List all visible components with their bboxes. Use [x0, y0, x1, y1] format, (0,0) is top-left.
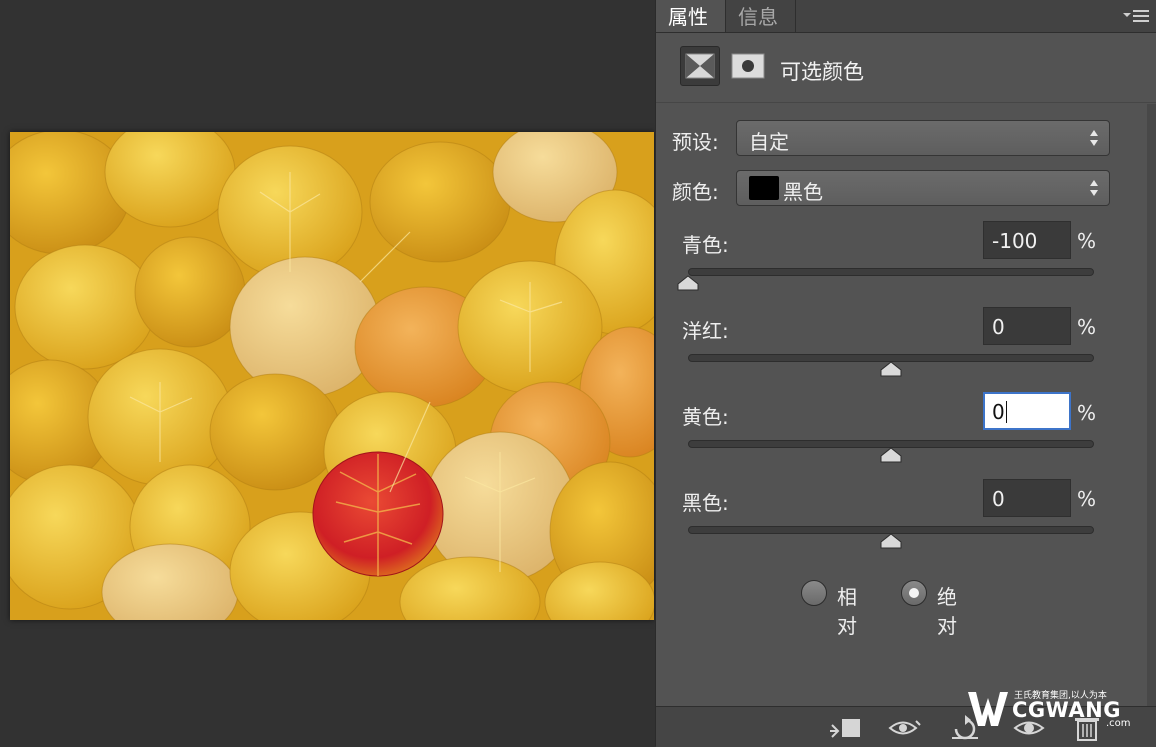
document-canvas[interactable] — [10, 132, 654, 620]
adjustment-header: 可选颜色 — [656, 32, 1156, 103]
yellow-value-field[interactable]: 0 — [983, 392, 1071, 430]
watermark-brand: CGWANG — [1012, 698, 1121, 722]
properties-panel: 属性 信息 可选颜色 预设: 自定 颜色: 黑色 青色: -100 % 洋红: … — [655, 0, 1156, 747]
preset-select[interactable]: 自定 — [736, 120, 1110, 156]
radio-relative[interactable] — [801, 580, 827, 606]
black-value-field[interactable]: 0 — [983, 479, 1071, 517]
panel-title: 可选颜色 — [780, 60, 864, 84]
selective-color-adjustment-icon — [685, 53, 715, 79]
slider-label: 黄色: — [682, 405, 729, 429]
red-leaf — [312, 451, 444, 577]
clip-to-layer-icon[interactable] — [828, 715, 862, 741]
adjustment-button[interactable] — [680, 46, 720, 86]
colors-value: 黑色 — [783, 180, 823, 204]
tab-info[interactable]: 信息 — [726, 0, 796, 32]
panel-tab-bar: 属性 信息 — [656, 0, 1156, 33]
select-arrows-icon — [1090, 130, 1098, 146]
slider-track[interactable] — [688, 268, 1094, 276]
watermark: 王氏教育集团,以人为本 CGWANG .com — [966, 686, 1156, 730]
watermark-suffix: .com — [1106, 718, 1131, 729]
color-swatch — [749, 176, 779, 200]
slider-label: 黑色: — [682, 491, 729, 515]
field-value: -100 — [992, 229, 1038, 253]
cyan-value-field[interactable]: -100 — [983, 221, 1071, 259]
percent-unit: % — [1077, 401, 1097, 425]
field-value: 0 — [992, 315, 1005, 339]
autumn-leaves-photo — [10, 132, 654, 620]
slider-label: 洋红: — [682, 319, 729, 343]
slider-thumb[interactable] — [880, 447, 902, 463]
tab-properties[interactable]: 属性 — [656, 0, 726, 32]
preset-value: 自定 — [749, 130, 789, 154]
panel-menu-icon[interactable] — [1123, 7, 1149, 25]
slider-label: 青色: — [682, 233, 729, 257]
layer-mask-icon[interactable] — [730, 52, 766, 80]
cgwang-logo-icon — [968, 692, 1008, 726]
percent-unit: % — [1077, 487, 1097, 511]
field-value: 0 — [992, 487, 1005, 511]
slider-thumb[interactable] — [880, 361, 902, 377]
percent-unit: % — [1077, 229, 1097, 253]
radio-absolute[interactable] — [901, 580, 927, 606]
colors-select[interactable]: 黑色 — [736, 170, 1110, 206]
radio-relative-label: 相对 — [837, 585, 857, 638]
select-arrows-icon — [1090, 180, 1098, 196]
magenta-value-field[interactable]: 0 — [983, 307, 1071, 345]
preset-label: 预设: — [672, 130, 719, 154]
slider-thumb[interactable] — [677, 275, 699, 291]
radio-absolute-label: 绝对 — [937, 585, 957, 638]
text-caret — [1005, 401, 1007, 423]
slider-thumb[interactable] — [880, 533, 902, 549]
colors-label: 颜色: — [672, 180, 719, 204]
view-previous-state-icon[interactable] — [888, 715, 922, 741]
field-value: 0 — [992, 400, 1005, 424]
percent-unit: % — [1077, 315, 1097, 339]
panel-scrollbar[interactable] — [1147, 104, 1156, 706]
